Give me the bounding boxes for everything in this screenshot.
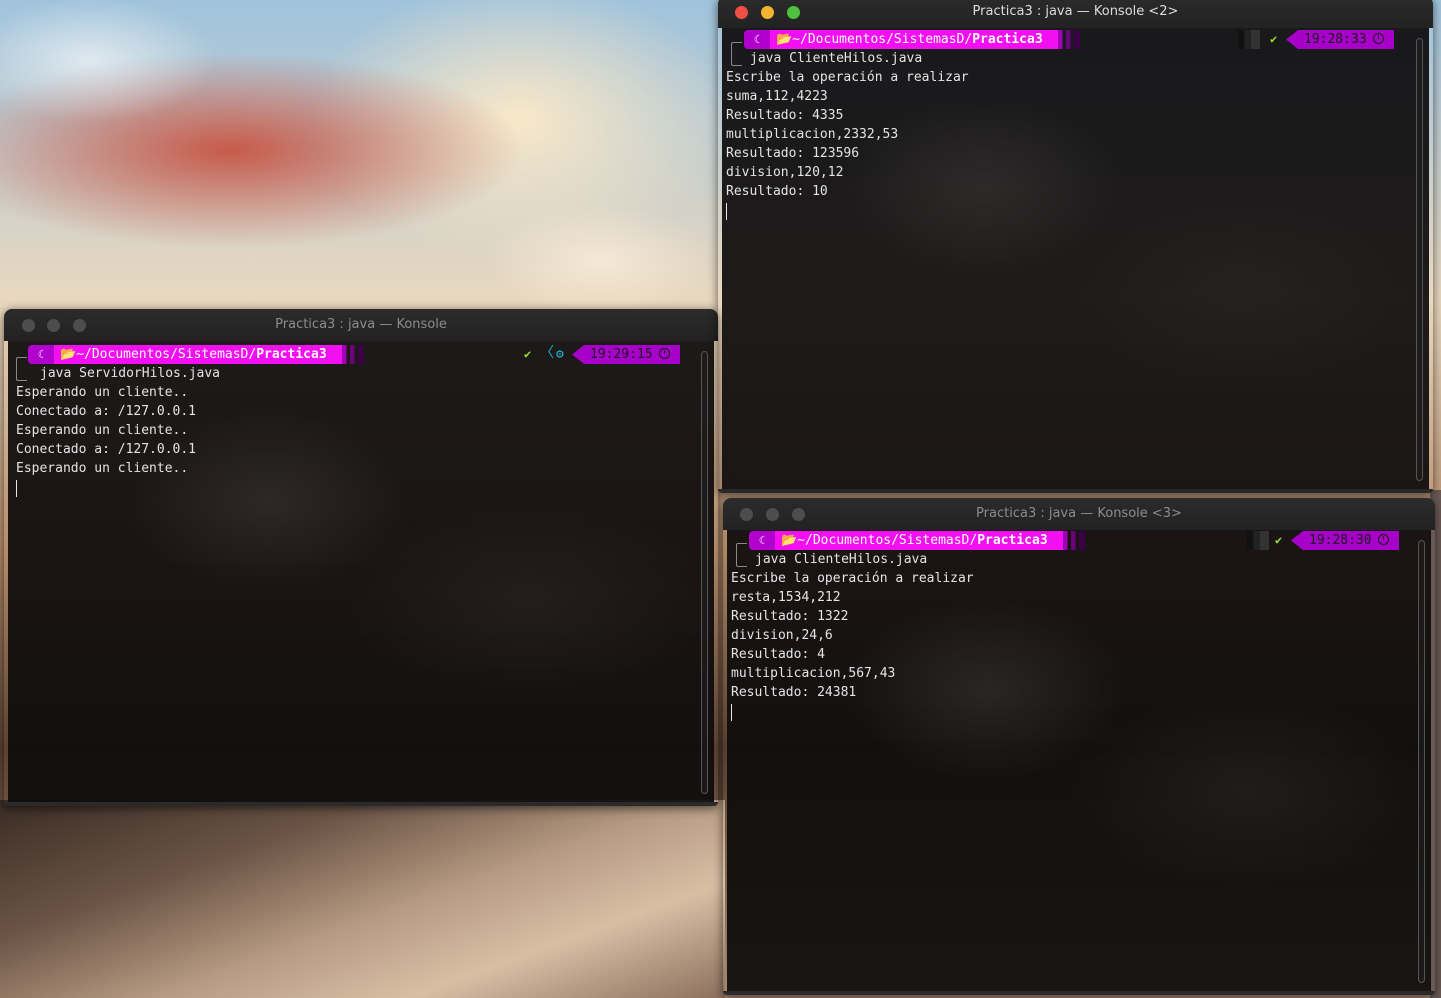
title-bar[interactable]: Practica3 : java — Konsole xyxy=(4,309,718,341)
konsole-window-client-2[interactable]: Practica3 : java — Konsole <2> ☾ 📂~/Docu… xyxy=(718,0,1433,493)
prompt-path: 📂~/Documentos/SistemasD/Practica3 xyxy=(775,531,1063,550)
window-title: Practica3 : java — Konsole xyxy=(275,317,447,332)
prompt-bracket xyxy=(16,357,27,381)
text-cursor xyxy=(731,704,732,721)
clock-icon xyxy=(658,348,670,359)
prompt-time: 19:28:33 xyxy=(1286,30,1394,49)
terminal-area[interactable]: ☾ 📂~/Documentos/SistemasD/Practica3 ✔ 19… xyxy=(722,28,1429,489)
output-line: multiplicacion,567,43 xyxy=(731,666,896,681)
output-line: suma,112,4223 xyxy=(726,89,828,104)
window-bottom-border xyxy=(718,489,1433,493)
konsole-window-client-3[interactable]: Practica3 : java — Konsole <3> ☾ 📂~/Docu… xyxy=(723,498,1435,995)
wallpaper-sky xyxy=(0,0,720,320)
output-line: Esperando un cliente.. xyxy=(16,423,189,438)
prompt-right-fade xyxy=(1247,531,1269,550)
path-prefix: 📂~/Documentos/SistemasD/ xyxy=(60,347,257,362)
clock-icon xyxy=(1377,534,1389,545)
output-line: Resultado: 10 xyxy=(726,184,828,199)
os-logo-icon: ☾ xyxy=(749,531,775,550)
output-line: Esperando un cliente.. xyxy=(16,385,189,400)
terminal-area[interactable]: ☾ 📂~/Documentos/SistemasD/Practica3 ✔ 〈 … xyxy=(8,341,714,802)
output-line: division,24,6 xyxy=(731,628,833,643)
scrollbar[interactable] xyxy=(1416,38,1423,481)
time-text: 19:29:15 xyxy=(590,347,653,362)
output-line: Esperando un cliente.. xyxy=(16,461,189,476)
prompt-arrow-icon xyxy=(1063,531,1085,550)
status-check-icon: ✔ xyxy=(1275,533,1283,547)
os-logo-icon: ☾ xyxy=(28,345,54,364)
command-line: java ClienteHilos.java xyxy=(755,552,928,567)
path-current-dir: Practica3 xyxy=(972,32,1043,47)
wallpaper-rocks xyxy=(0,800,725,998)
title-bar[interactable]: Practica3 : java — Konsole <3> xyxy=(723,498,1435,530)
scrollbar[interactable] xyxy=(701,351,708,794)
prompt-path: 📂~/Documentos/SistemasD/Practica3 xyxy=(54,345,342,364)
output-line: Resultado: 123596 xyxy=(726,146,860,161)
prompt-arrow-icon xyxy=(342,345,364,364)
gear-icon: ⚙ xyxy=(556,347,564,362)
time-text: 19:28:30 xyxy=(1309,533,1372,548)
separator-chevron-icon: 〈 xyxy=(540,345,554,361)
window-title: Practica3 : java — Konsole <3> xyxy=(976,506,1182,521)
status-check-icon: ✔ xyxy=(1270,32,1278,46)
output-line: Conectado a: /127.0.0.1 xyxy=(16,442,197,457)
output-line: resta,1534,212 xyxy=(731,590,841,605)
path-prefix: 📂~/Documentos/SistemasD/ xyxy=(781,533,978,548)
prompt-bracket xyxy=(731,42,742,66)
text-cursor xyxy=(726,203,727,220)
output-line: Resultado: 4335 xyxy=(726,108,844,123)
window-bottom-border xyxy=(723,991,1435,995)
prompt-time: 19:28:30 xyxy=(1291,531,1399,550)
window-bottom-border xyxy=(4,802,718,806)
output-line: Conectado a: /127.0.0.1 xyxy=(16,404,197,419)
command-line: java ServidorHilos.java xyxy=(40,366,221,381)
output-line: Resultado: 1322 xyxy=(731,609,849,624)
output-line: multiplicacion,2332,53 xyxy=(726,127,899,142)
terminal-area[interactable]: ☾ 📂~/Documentos/SistemasD/Practica3 ✔ 19… xyxy=(727,530,1431,991)
konsole-window-server[interactable]: Practica3 : java — Konsole ☾ 📂~/Document… xyxy=(4,309,718,806)
scrollbar[interactable] xyxy=(1418,540,1425,983)
prompt-arrow-icon xyxy=(1058,30,1080,49)
title-bar[interactable]: Practica3 : java — Konsole <2> xyxy=(718,0,1433,28)
os-logo-icon: ☾ xyxy=(744,30,770,49)
prompt-right-fade xyxy=(1238,30,1260,49)
clock-icon xyxy=(1372,33,1384,44)
text-cursor xyxy=(16,480,17,497)
path-current-dir: Practica3 xyxy=(256,347,327,362)
path-current-dir: Practica3 xyxy=(977,533,1048,548)
output-line: Resultado: 24381 xyxy=(731,685,857,700)
output-line: division,120,12 xyxy=(726,165,844,180)
output-line: Escribe la operación a realizar xyxy=(726,70,969,85)
time-text: 19:28:33 xyxy=(1304,32,1367,47)
window-title: Practica3 : java — Konsole <2> xyxy=(972,4,1179,19)
prompt-time: 19:29:15 xyxy=(572,345,680,364)
output-line: Resultado: 4 xyxy=(731,647,825,662)
command-line: java ClienteHilos.java xyxy=(750,51,923,66)
prompt-path: 📂~/Documentos/SistemasD/Practica3 xyxy=(770,30,1058,49)
output-line: Escribe la operación a realizar xyxy=(731,571,974,586)
path-prefix: 📂~/Documentos/SistemasD/ xyxy=(776,32,973,47)
prompt-bracket xyxy=(736,543,747,567)
status-check-icon: ✔ xyxy=(524,347,532,361)
